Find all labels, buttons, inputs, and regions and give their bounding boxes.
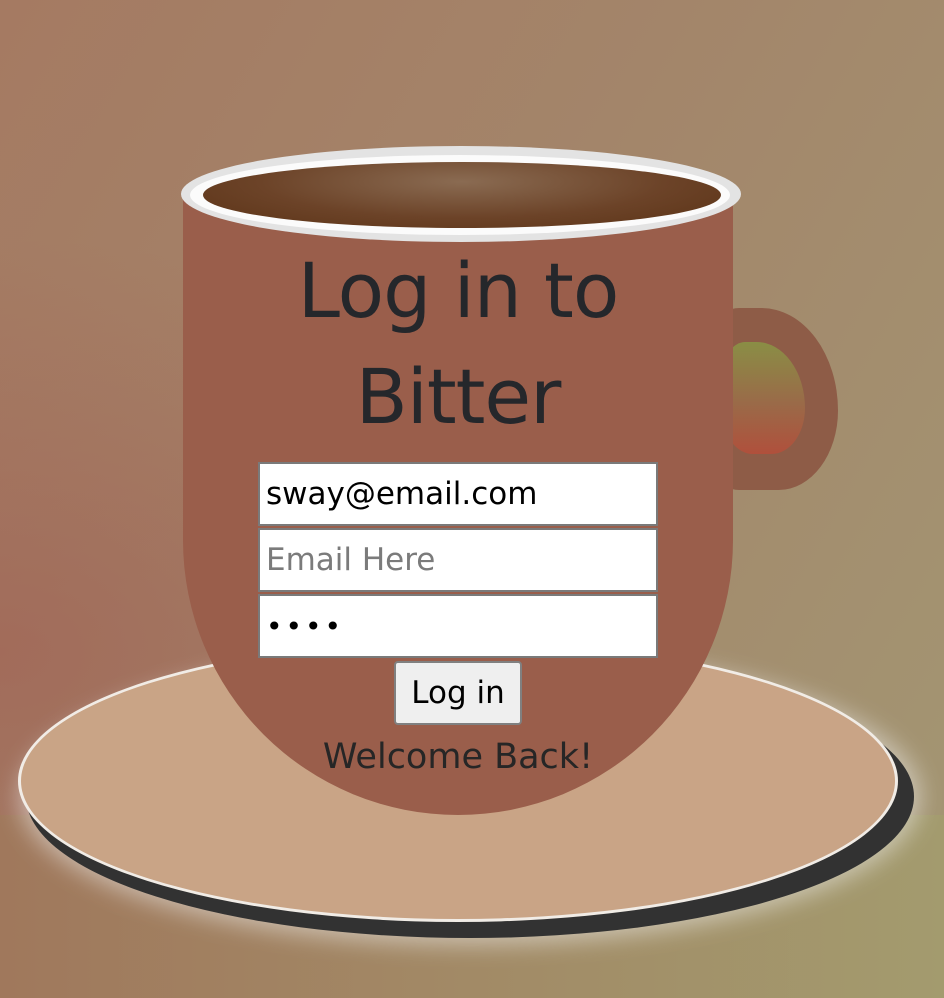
status-message: Welcome Back! bbox=[322, 737, 594, 777]
second-email-field[interactable] bbox=[258, 528, 658, 592]
password-field[interactable] bbox=[258, 594, 658, 658]
login-form: Log in to Bitter Log in Welcome Back! bbox=[183, 238, 733, 777]
email-field[interactable] bbox=[258, 462, 658, 526]
page-title: Log in to Bitter bbox=[297, 246, 620, 441]
coffee-surface bbox=[203, 162, 721, 228]
login-button[interactable]: Log in bbox=[394, 661, 522, 725]
